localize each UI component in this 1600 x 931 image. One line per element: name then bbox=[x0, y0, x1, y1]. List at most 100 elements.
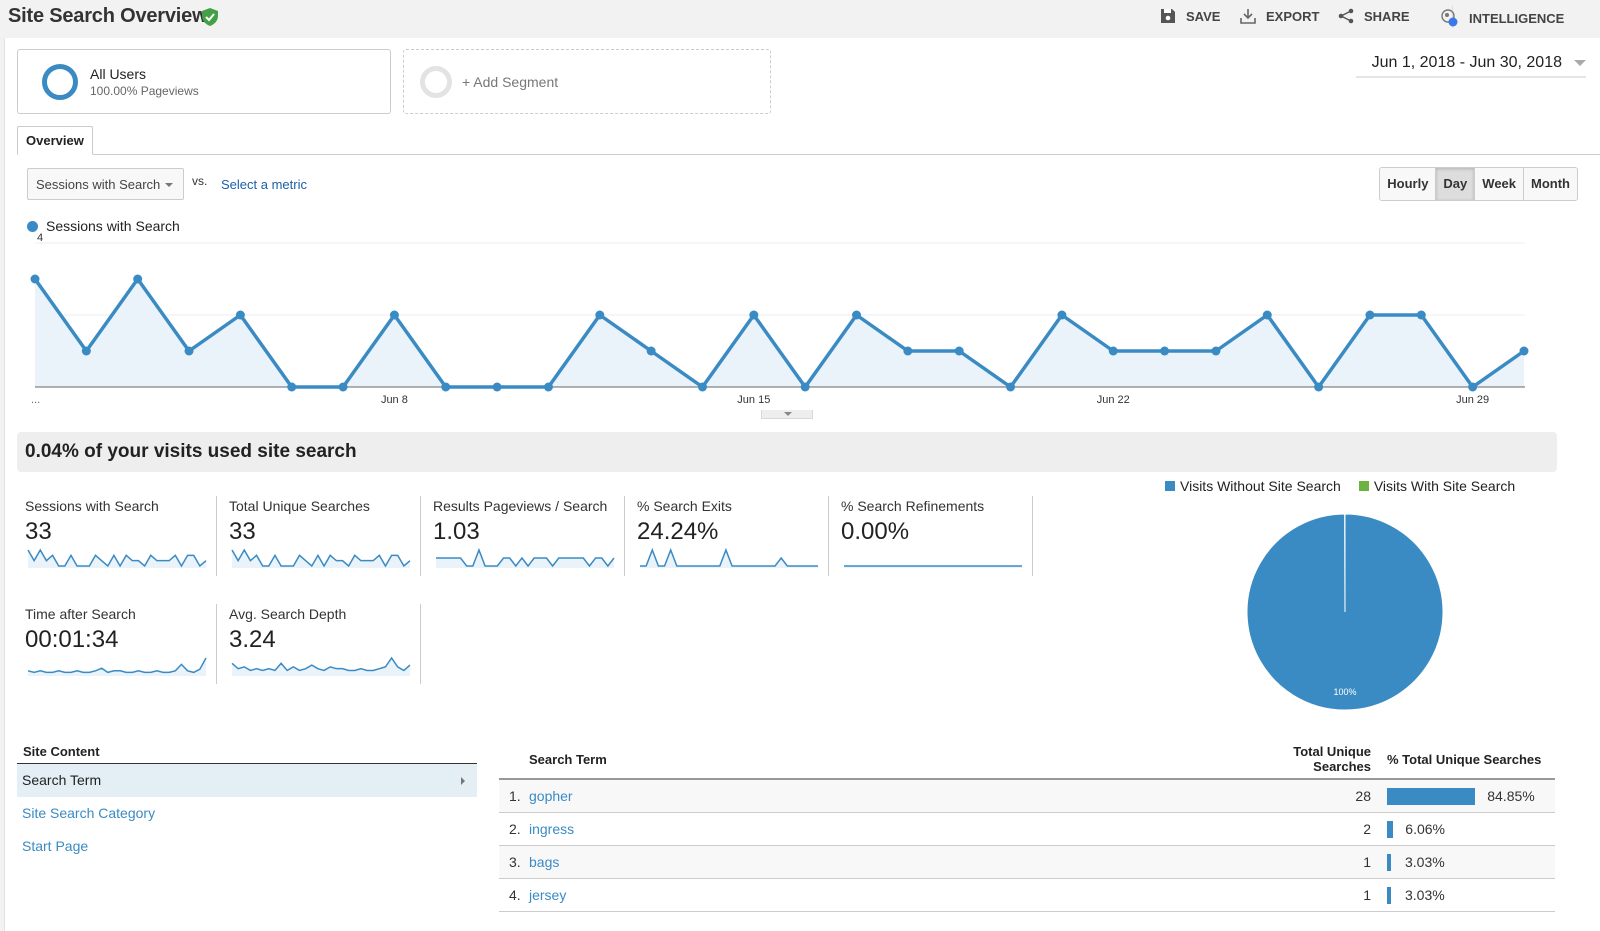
y-tick-label: 4 bbox=[37, 233, 43, 244]
site-content-site-search-category[interactable]: Site Search Category bbox=[17, 797, 477, 830]
kpi-value: 00:01:34 bbox=[25, 626, 119, 653]
export-button[interactable]: EXPORT bbox=[1240, 8, 1319, 24]
share-label: SHARE bbox=[1364, 8, 1410, 24]
period-month-button[interactable]: Month bbox=[1523, 168, 1577, 200]
date-range-label: Jun 1, 2018 - Jun 30, 2018 bbox=[1371, 54, 1562, 71]
column-header-search-term[interactable]: Search Term bbox=[529, 752, 607, 767]
table-body: 1. gopher 28 84.85% 2. ingress 2 6.06% 3. bags 1 3.… bbox=[499, 778, 1555, 912]
tab-overview[interactable]: Overview bbox=[17, 126, 93, 155]
export-icon bbox=[1240, 9, 1256, 24]
kpi-value: 1.03 bbox=[433, 518, 480, 545]
data-point bbox=[800, 382, 810, 392]
row-index: 4. bbox=[509, 887, 521, 903]
date-range-picker[interactable]: Jun 1, 2018 - Jun 30, 2018 bbox=[1356, 50, 1586, 78]
kpi-label: Avg. Search Depth bbox=[229, 606, 347, 622]
site-content-label: Site Search Category bbox=[22, 805, 156, 821]
kpi-label: % Search Refinements bbox=[841, 498, 985, 514]
kpi-value: 3.24 bbox=[229, 626, 276, 653]
period-week-button[interactable]: Week bbox=[1474, 168, 1524, 200]
row-count: 2 bbox=[1363, 821, 1371, 837]
table-row: 4. jersey 1 3.03% bbox=[499, 879, 1555, 912]
search-term-link[interactable]: jersey bbox=[529, 887, 566, 903]
kpi-label: Results Pageviews / Search bbox=[433, 498, 608, 514]
pie-legend-without-label: Visits Without Site Search bbox=[1180, 478, 1341, 494]
period-hourly-button[interactable]: Hourly bbox=[1380, 168, 1436, 200]
search-term-link[interactable]: gopher bbox=[529, 788, 573, 804]
segment-ring-empty-icon bbox=[420, 65, 452, 98]
pie-data-label: 100% bbox=[1333, 687, 1356, 697]
data-point bbox=[1160, 346, 1170, 356]
tab-divider bbox=[17, 154, 1600, 155]
kpi-value: 33 bbox=[25, 518, 52, 545]
x-tick-label: Jun 29 bbox=[1456, 394, 1489, 406]
data-point bbox=[389, 310, 399, 320]
kpi-tile[interactable]: Sessions with Search 33 bbox=[17, 496, 217, 576]
data-point bbox=[1314, 382, 1324, 392]
site-search-pie-chart: 100% bbox=[1246, 513, 1444, 711]
site-content-search-term[interactable]: Search Term bbox=[17, 764, 477, 797]
area-fill bbox=[35, 279, 1524, 387]
save-button[interactable]: SAVE bbox=[1160, 8, 1220, 24]
data-point bbox=[1365, 310, 1375, 320]
x-tick-label: ... bbox=[31, 394, 40, 406]
kpi-sparkline bbox=[27, 548, 207, 568]
share-icon bbox=[1338, 8, 1354, 24]
data-point bbox=[595, 310, 605, 320]
site-content-start-page[interactable]: Start Page bbox=[17, 830, 477, 863]
row-index: 2. bbox=[509, 821, 521, 837]
kpi-label: Sessions with Search bbox=[25, 498, 159, 514]
row-share-bar bbox=[1387, 887, 1391, 904]
column-header-total-unique-searches[interactable]: Total Unique Searches bbox=[1259, 744, 1371, 774]
site-content-label: Search Term bbox=[22, 772, 102, 788]
data-point bbox=[441, 382, 451, 392]
period-day-button[interactable]: Day bbox=[1435, 168, 1475, 200]
pie-legend-with: Visits With Site Search bbox=[1358, 478, 1515, 494]
column-header-pct-total-unique-searches[interactable]: % Total Unique Searches bbox=[1387, 752, 1541, 767]
kpi-tile[interactable]: Total Unique Searches 33 bbox=[221, 496, 421, 576]
row-share-bar bbox=[1387, 854, 1391, 871]
verified-shield-icon bbox=[202, 8, 218, 26]
x-tick-label: Jun 15 bbox=[737, 394, 770, 406]
top-bar: Site Search Overview SAVE EXPORT SHARE I… bbox=[0, 0, 1600, 38]
share-button[interactable]: SHARE bbox=[1338, 8, 1410, 24]
data-point bbox=[1262, 310, 1272, 320]
data-point bbox=[184, 346, 194, 356]
row-percent: 3.03% bbox=[1405, 854, 1445, 870]
kpi-tile[interactable]: Time after Search 00:01:34 bbox=[17, 604, 217, 684]
search-term-link[interactable]: bags bbox=[529, 854, 559, 870]
add-segment-button[interactable]: + Add Segment bbox=[403, 49, 771, 114]
intelligence-button[interactable]: INTELLIGENCE bbox=[1439, 8, 1564, 28]
chevron-right-icon bbox=[461, 777, 465, 785]
collapse-chart-button[interactable] bbox=[761, 410, 813, 419]
intelligence-icon bbox=[1441, 9, 1458, 27]
legend-swatch-icon bbox=[1358, 481, 1369, 491]
chevron-down-icon bbox=[1574, 60, 1586, 66]
chart-legend: Sessions with Search bbox=[27, 218, 180, 234]
row-count: 28 bbox=[1355, 788, 1371, 804]
data-point bbox=[749, 310, 759, 320]
row-percent: 3.03% bbox=[1405, 887, 1445, 903]
kpi-tile[interactable]: Avg. Search Depth 3.24 bbox=[221, 604, 421, 684]
pie-legend-without: Visits Without Site Search bbox=[1165, 478, 1341, 494]
site-content-list: Search Term Site Search Category Start P… bbox=[17, 763, 477, 863]
row-percent: 6.06% bbox=[1405, 821, 1445, 837]
dropdown-caret-icon bbox=[165, 183, 173, 187]
kpi-tile[interactable]: % Search Refinements 0.00% bbox=[833, 496, 1033, 576]
data-point bbox=[1416, 310, 1426, 320]
report-panel: All Users 100.00% Pageviews + Add Segmen… bbox=[4, 38, 1600, 931]
legend-dot-icon bbox=[27, 220, 38, 232]
data-point bbox=[1468, 382, 1478, 392]
select-metric-link[interactable]: Select a metric bbox=[221, 177, 307, 192]
metric-dropdown[interactable]: Sessions with Search bbox=[27, 168, 184, 200]
data-point bbox=[852, 310, 862, 320]
kpi-tile[interactable]: Results Pageviews / Search 1.03 bbox=[425, 496, 625, 576]
intelligence-label: INTELLIGENCE bbox=[1469, 10, 1565, 26]
row-index: 3. bbox=[509, 854, 521, 870]
segment-all-users[interactable]: All Users 100.00% Pageviews bbox=[17, 49, 391, 114]
search-term-link[interactable]: ingress bbox=[529, 821, 574, 837]
data-point bbox=[235, 310, 245, 320]
sparkline-area bbox=[436, 550, 614, 568]
segment-name: All Users bbox=[90, 65, 147, 82]
kpi-tile[interactable]: % Search Exits 24.24% bbox=[629, 496, 829, 576]
data-point bbox=[1211, 346, 1221, 356]
